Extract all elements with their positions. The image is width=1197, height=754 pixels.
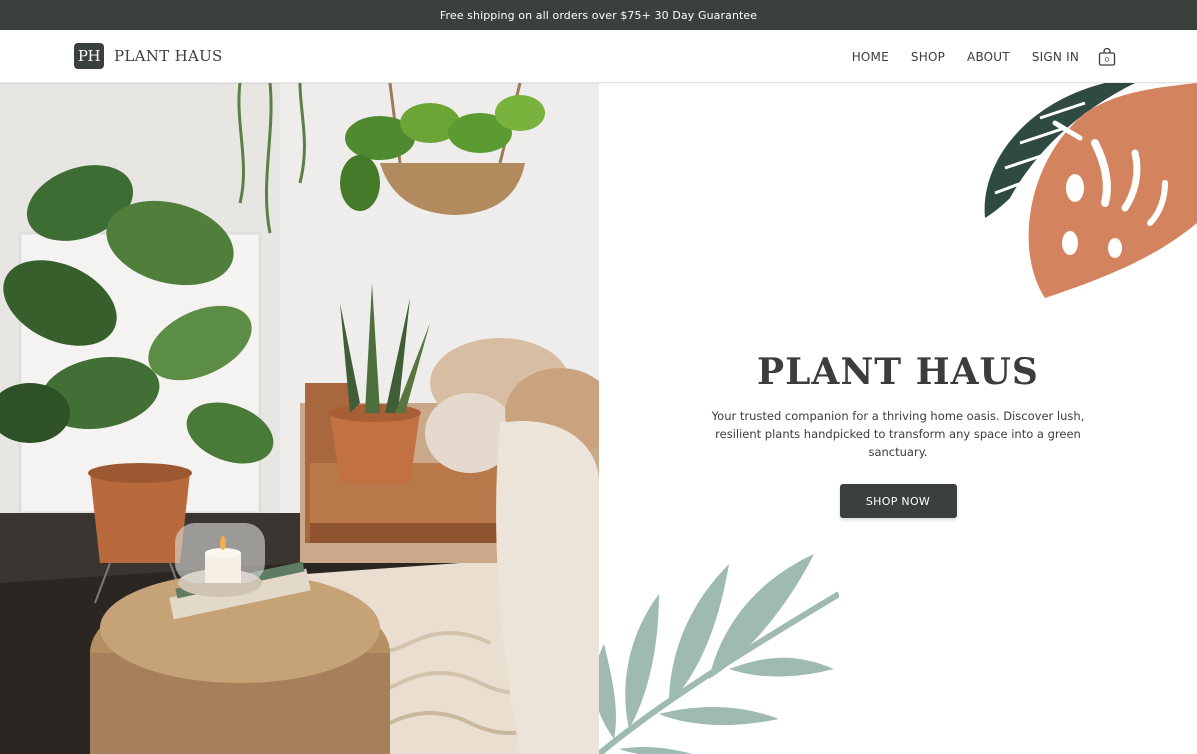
nav-shop[interactable]: SHOP [911,50,945,64]
shop-now-button[interactable]: SHOP NOW [839,484,957,518]
cart-count: 0 [1104,55,1110,64]
nav-sign-in[interactable]: SIGN IN [1032,50,1079,64]
announcement-text: Free shipping on all orders over $75+ 30… [439,8,758,22]
logo-mark: PH [74,43,104,69]
hero-title: PLANT HAUS [757,351,1039,393]
nav-home[interactable]: HOME [852,50,889,64]
announcement-bar: Free shipping on all orders over $75+ 30… [0,0,1197,30]
hero-image [0,83,599,754]
palm-leaf-illustration [599,554,839,754]
nav-about[interactable]: ABOUT [967,50,1010,64]
main-nav: HOME SHOP ABOUT SIGN IN 0 [830,30,1117,83]
site-header: PH PLANT HAUS HOME SHOP ABOUT SIGN IN 0 [0,30,1197,83]
hero-subtitle: Your trusted companion for a thriving ho… [711,409,1085,459]
logo-text: PLANT HAUS [114,47,223,65]
monstera-leaf-illustration [984,83,1197,298]
cart-button[interactable]: 0 [1097,47,1117,67]
hero-content-panel: PLANT HAUS Your trusted companion for a … [599,83,1197,754]
hero-text-block: PLANT HAUS Your trusted companion for a … [599,351,1197,518]
logo-link[interactable]: PH PLANT HAUS [74,43,223,69]
